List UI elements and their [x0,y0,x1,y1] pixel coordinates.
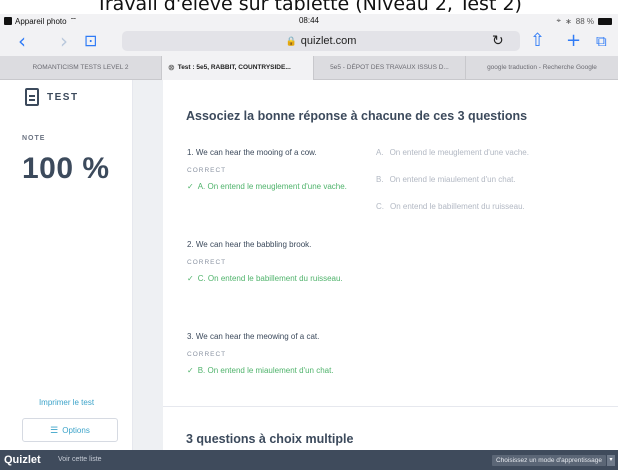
bluetooth-icon: ∗ [565,16,572,26]
question-status: CORRECT [187,351,227,358]
image-caption: Travail d'élève sur tablette (Niveau 2, … [96,0,522,15]
close-tab-icon[interactable]: ⊗ [168,56,175,80]
question-item: 3. We can hear the meowing of a cat. COR… [187,332,367,379]
check-icon: ✓ [187,274,194,283]
reload-icon[interactable]: ↻ [492,30,504,52]
check-icon: ✓ [187,366,194,375]
sidebar: TEST NOTE 100 % Imprimer le test ☰ Option… [0,80,133,450]
tab-test-quizlet[interactable]: ⊗ Test : 5e5, RABBIT, COUNTRYSIDE... [162,56,314,80]
location-icon: ⌖ [556,16,562,25]
address-bar[interactable]: 🔒 quizlet.com [122,31,520,51]
question-text: 1. We can hear the mooing of a cow. [187,148,317,157]
question-status: CORRECT [187,259,227,266]
quizlet-logo[interactable]: Quizlet [4,454,41,466]
browser-toolbar: ‹ › ⊡ 🔒 quizlet.com ↻ ⇧ + ⧉ [0,28,618,56]
new-tab-icon[interactable]: + [566,30,581,52]
bookmarks-icon[interactable]: ⊡ [84,30,97,52]
question-answer: ✓ A. On entend le meuglement d'une vache. [187,182,347,191]
sidebar-gutter [133,80,163,450]
answer-options: A. On entend le meuglement d'une vache. B… [376,148,606,229]
options-button[interactable]: ☰ Options [22,418,118,442]
battery-percent: 88 % [575,16,594,26]
question-answer: ✓ B. On entend le miaulement d'un chat. [187,366,334,375]
tab-depot-travaux[interactable]: 5e5 - DÉPOT DES TRAVAUX ISSUS D... [314,56,466,80]
tabs-overview-icon[interactable]: ⧉ [596,30,607,52]
browser-tabs: ROMANTICISM TESTS LEVEL 2 ⊗ Test : 5e5, … [0,56,618,80]
url-text: quizlet.com [300,35,357,47]
back-button[interactable]: ‹ [18,30,26,52]
question-answer: ✓ C. On entend le babillement du ruisseau… [187,274,343,283]
question-item: 2. We can hear the babbling brook. CORRE… [187,240,367,287]
status-bar: Appareil photo ⌔ 08:44 ⌖ ∗ 88 % [0,14,618,28]
main-content: Associez la bonne réponse à chacune de c… [163,80,618,450]
answer-option: B. On entend le miaulement d'un chat. [376,175,516,184]
tab-romanticism-tests[interactable]: ROMANTICISM TESTS LEVEL 2 [0,56,162,80]
share-icon[interactable]: ⇧ [530,30,545,52]
quizlet-footer: Quizlet Voir cette liste Choisissez un m… [0,450,618,470]
question-text: 2. We can hear the babbling brook. [187,240,312,249]
score-value: 100 % [22,152,110,185]
lock-icon: 🔒 [285,36,297,46]
learning-mode-button[interactable]: Choisissez un mode d'apprentissage [491,455,606,466]
options-label: Options [62,426,90,435]
section-divider [163,406,618,407]
brand-label: TEST [47,91,79,103]
battery-icon [598,17,612,25]
question-item: 1. We can hear the mooing of a cow. CORR… [187,148,367,195]
note-label: NOTE [22,135,46,142]
forward-button[interactable]: › [60,30,68,52]
question-status: CORRECT [187,167,227,174]
matching-section-title: Associez la bonne réponse à chacune de c… [186,109,528,123]
status-time: 08:44 [298,16,320,25]
see-list-link[interactable]: Voir cette liste [58,456,102,463]
multiple-choice-section-title: 3 questions à choix multiple [186,432,354,446]
chevron-down-icon[interactable]: ▾ [607,455,615,466]
print-test-link[interactable]: Imprimer le test [0,398,133,407]
sidebar-brand: TEST [25,88,79,106]
question-text: 3. We can hear the meowing of a cat. [187,332,320,341]
answer-option: C. On entend le babillement du ruisseau. [376,202,525,211]
document-icon [25,88,39,106]
answer-option: A. On entend le meuglement d'une vache. [376,148,529,157]
check-icon: ✓ [187,182,194,191]
options-icon: ☰ [50,425,59,435]
tab-google-traduction[interactable]: google traduction - Recherche Google [466,56,618,80]
